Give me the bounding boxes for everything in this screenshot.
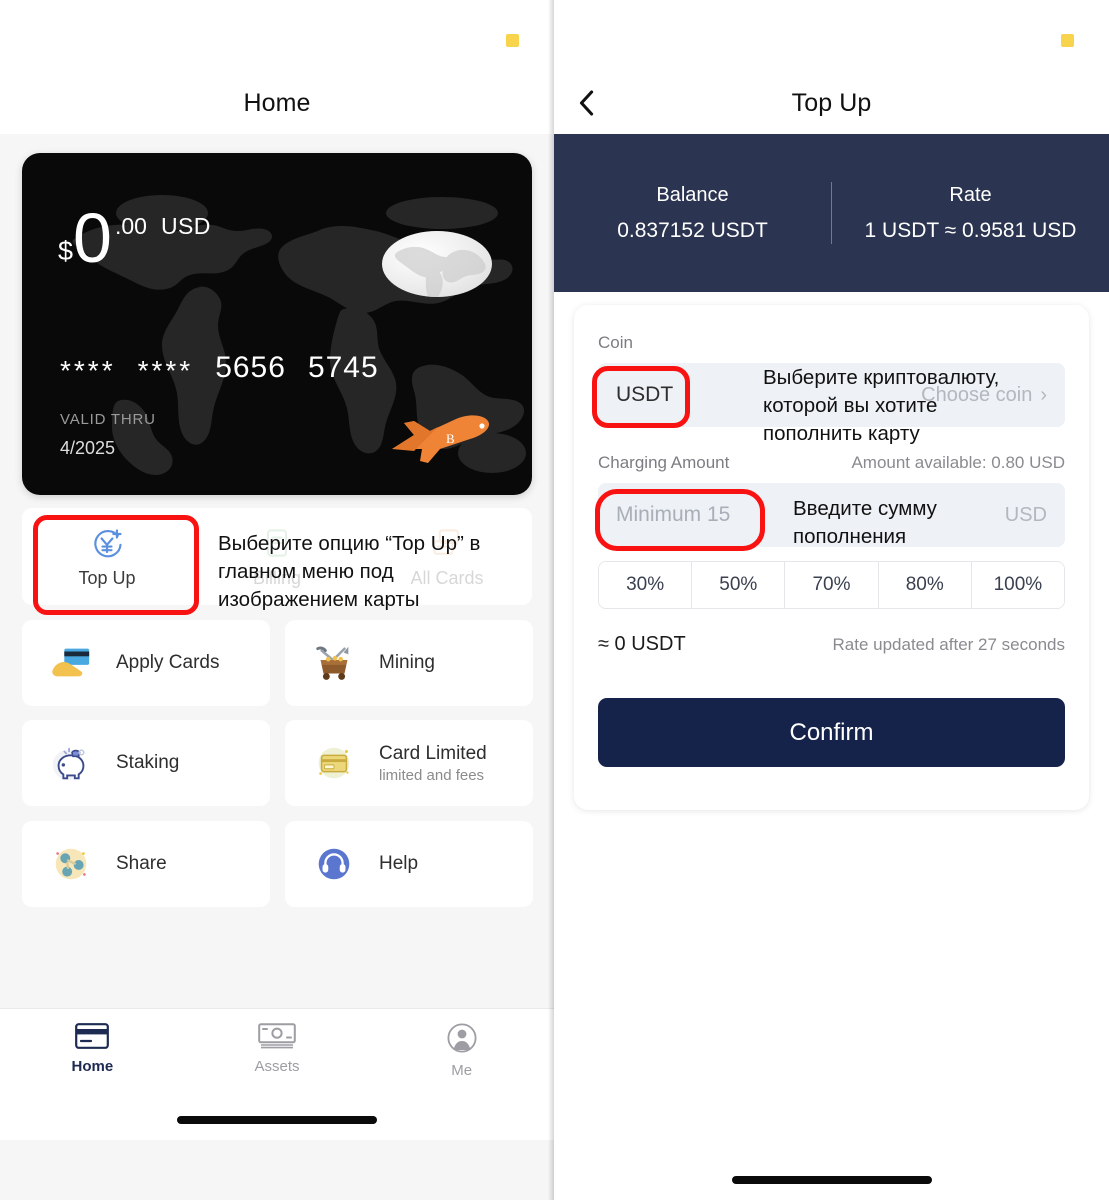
grid-tile-subtitle: limited and fees [379, 766, 485, 784]
grid-tile-share[interactable]: Share [22, 821, 270, 907]
card-icon [75, 1023, 110, 1049]
annotation-text-coin: Выберите криптовалюту, которой вы хотите… [763, 366, 1000, 445]
conversion-row: ≈ 0 USDT Rate updated after 27 seconds [598, 633, 1065, 656]
grid-tile-title: Mining [379, 652, 435, 673]
status-bar-right [554, 0, 1109, 72]
status-marker-icon [506, 34, 519, 47]
grid-tile-title: Share [116, 853, 167, 874]
valid-thru-label: VALID THRU [60, 411, 156, 428]
grid-tile-title: Card Limited [379, 742, 487, 764]
tab-label: Me [451, 1062, 473, 1079]
amount-label: Charging Amount [598, 453, 730, 472]
tab-home[interactable]: Home [0, 1023, 185, 1075]
grid-tile-mining[interactable]: Mining [285, 620, 533, 706]
status-bar-left [0, 0, 554, 72]
tab-label: Home [71, 1058, 114, 1075]
mining-icon [311, 640, 357, 686]
card-balance: $ 0 .00 USD [58, 199, 211, 277]
tab-label: Assets [254, 1058, 300, 1075]
card-amount-decimal: .00 [114, 213, 147, 239]
balance-rate-bar: Balance 0.837152 USDT Rate 1 USDT ≈ 0.95… [554, 134, 1109, 292]
tab-me[interactable]: Me [369, 1023, 554, 1079]
tab-assets[interactable]: Assets [185, 1023, 370, 1075]
home-navbar: Home [0, 72, 554, 134]
percent-button-30[interactable]: 30% [599, 562, 693, 608]
card-number-group-1: **** [60, 355, 116, 386]
back-button[interactable] [572, 86, 602, 120]
balance-block: Balance 0.837152 USDT [554, 184, 831, 243]
amount-label-row: Charging Amount Amount available: 0.80 U… [598, 453, 1065, 473]
grid-tile-title: Apply Cards [116, 652, 220, 673]
banknote-icon [258, 1023, 296, 1049]
chevron-right-icon: › [1040, 383, 1047, 406]
confirm-button[interactable]: Confirm [598, 698, 1065, 767]
home-body: $ 0 .00 USD **** **** 5656 5745 VALID TH… [0, 134, 554, 1140]
card-amount-integer: 0 [73, 199, 112, 277]
card-limited-icon [311, 740, 357, 786]
percent-button-70[interactable]: 70% [785, 562, 879, 608]
credit-card[interactable]: $ 0 .00 USD **** **** 5656 5745 VALID TH… [22, 153, 532, 495]
quick-action-label: Top Up [78, 568, 136, 588]
percent-button-100[interactable]: 100% [971, 562, 1064, 608]
grid-tile-staking[interactable]: Staking [22, 720, 270, 806]
staking-icon [48, 740, 94, 786]
percent-button-50[interactable]: 50% [692, 562, 786, 608]
card-number: **** **** 5656 5745 [60, 351, 379, 386]
topup-navbar: Top Up [554, 72, 1109, 134]
grid-tile-title: Help [379, 853, 419, 874]
help-icon [311, 841, 357, 887]
page-title: Top Up [791, 88, 872, 117]
bottom-tab-bar: Home Assets Me [0, 1008, 554, 1140]
status-marker-icon [1061, 34, 1074, 47]
rate-label: Rate [949, 183, 992, 206]
percentage-buttons: 30% 50% 70% 80% 100% [598, 561, 1065, 609]
home-indicator [731, 1176, 932, 1184]
person-icon [447, 1023, 477, 1053]
amount-available: Amount available: 0.80 USD [851, 453, 1065, 472]
percent-button-80[interactable]: 80% [878, 562, 972, 608]
home-indicator [177, 1116, 377, 1124]
hologram-map-icon [394, 246, 486, 297]
balance-label: Balance [656, 183, 729, 206]
top-up-screen-panel: Top Up Balance 0.837152 USDT Rate 1 USDT… [554, 0, 1109, 1200]
card-amount-currency: USD [160, 213, 211, 239]
confirm-button-label: Confirm [789, 718, 874, 746]
svg-text:B: B [446, 431, 455, 446]
hologram-icon [382, 231, 492, 297]
currency-sign: $ [58, 236, 74, 266]
grid-tile-apply-cards[interactable]: Apply Cards [22, 620, 270, 706]
grid-tile-card-limited[interactable]: Card Limited limited and fees [285, 720, 533, 806]
airplane-icon: B [392, 415, 490, 463]
annotation-text-amount: Введите сумму пополнения [793, 497, 937, 548]
coin-value: USDT [616, 383, 674, 406]
annotation-text-top-up: Выберите опцию “Top Up” в главном меню п… [218, 532, 481, 611]
balance-value: 0.837152 USDT [617, 218, 768, 242]
rate-timer: Rate updated after 27 seconds [832, 634, 1066, 654]
coin-label: Coin [598, 333, 633, 352]
share-icon [48, 841, 94, 887]
card-number-group-2: **** [137, 355, 194, 386]
card-number-group-4: 5745 [307, 351, 379, 384]
valid-thru-value: 4/2025 [60, 438, 116, 458]
apply-cards-icon [48, 640, 94, 686]
chevron-left-icon [579, 90, 594, 116]
amount-input[interactable]: Minimum 15 [616, 503, 730, 527]
page-title: Home [243, 88, 311, 117]
rate-block: Rate 1 USDT ≈ 0.9581 USD [832, 184, 1109, 243]
grid-tile-help[interactable]: Help [285, 821, 533, 907]
grid-tile-title: Staking [116, 752, 180, 773]
top-up-icon [88, 524, 126, 562]
screenshot-root: Home $ 0 .00 USD **** **** 5656 5745 VAL… [0, 0, 1109, 1200]
home-screen-panel: Home $ 0 .00 USD **** **** 5656 5745 VAL… [0, 0, 554, 1200]
converted-amount: ≈ 0 USDT [598, 633, 686, 655]
card-number-group-3: 5656 [215, 351, 286, 384]
quick-action-top-up[interactable]: Top Up [22, 508, 192, 605]
rate-value: 1 USDT ≈ 0.9581 USD [864, 218, 1077, 242]
